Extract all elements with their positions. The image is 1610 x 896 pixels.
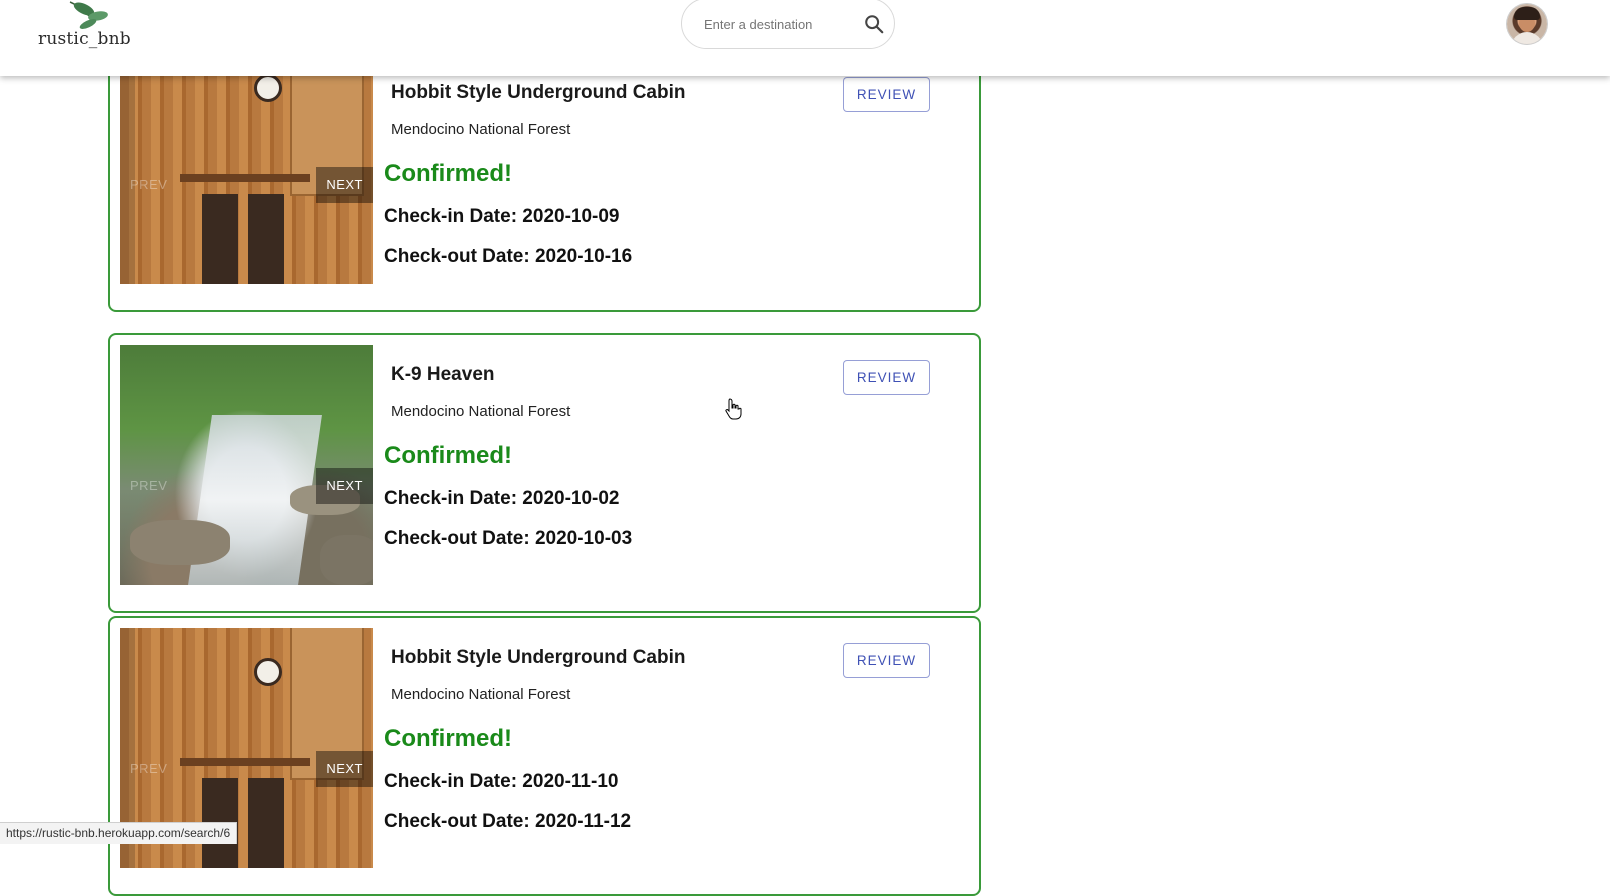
listing-location: Mendocino National Forest (391, 686, 571, 703)
listing-title[interactable]: Hobbit Style Underground Cabin (391, 647, 686, 669)
cabin-stool (248, 194, 284, 284)
listing-photo-carousel: PREV NEXT (120, 345, 373, 585)
review-button[interactable]: REVIEW (843, 360, 930, 395)
booking-status: Confirmed! (384, 725, 512, 752)
listing-location: Mendocino National Forest (391, 403, 571, 420)
carousel-prev-button[interactable]: PREV (120, 468, 177, 504)
avatar-hair (1514, 7, 1540, 20)
checkout-date: Check-out Date: 2020-10-03 (384, 528, 633, 549)
carousel-prev-button[interactable]: PREV (120, 751, 177, 787)
checkin-date: Check-in Date: 2020-10-09 (384, 206, 620, 227)
booking-status: Confirmed! (384, 160, 512, 187)
search-icon[interactable] (863, 13, 885, 35)
cabin-clock (254, 74, 282, 102)
cabin-table (180, 758, 310, 766)
cabin-clock (254, 658, 282, 686)
booking-card: PREV NEXT K-9 Heaven Mendocino National … (108, 333, 981, 613)
user-avatar[interactable] (1507, 4, 1547, 44)
review-button[interactable]: REVIEW (843, 643, 930, 678)
listing-location: Mendocino National Forest (391, 121, 571, 138)
review-button[interactable]: REVIEW (843, 77, 930, 112)
cabin-table (180, 174, 310, 182)
listing-title[interactable]: K-9 Heaven (391, 364, 495, 386)
checkin-date: Check-in Date: 2020-11-10 (384, 771, 619, 792)
carousel-prev-button[interactable]: PREV (120, 167, 177, 203)
checkin-date: Check-in Date: 2020-10-02 (384, 488, 620, 509)
hand-cursor-icon (725, 398, 742, 420)
checkout-date: Check-out Date: 2020-10-16 (384, 246, 633, 267)
search-bar (681, 0, 895, 49)
cabin-stool (248, 778, 284, 868)
checkout-date: Check-out Date: 2020-11-12 (384, 811, 632, 832)
site-logo[interactable]: rustic_bnb (36, 0, 146, 60)
destination-search-input[interactable] (702, 12, 866, 36)
river-rock (320, 535, 373, 585)
top-navbar: rustic_bnb (0, 0, 1610, 76)
logo-text: rustic_bnb (38, 29, 131, 49)
browser-status-url: https://rustic-bnb.herokuapp.com/search/… (0, 822, 238, 844)
carousel-next-button[interactable]: NEXT (316, 751, 373, 787)
river-rock (130, 520, 230, 565)
booking-status: Confirmed! (384, 442, 512, 469)
listing-title[interactable]: Hobbit Style Underground Cabin (391, 82, 686, 104)
avatar-shirt (1511, 32, 1543, 44)
cabin-stool (202, 194, 238, 284)
leaf-logo-icon (69, 1, 108, 29)
carousel-next-button[interactable]: NEXT (316, 167, 373, 203)
listing-photo-carousel: PREV NEXT (120, 44, 373, 284)
booking-card: PREV NEXT Hobbit Style Underground Cabin… (108, 616, 981, 896)
carousel-next-button[interactable]: NEXT (316, 468, 373, 504)
